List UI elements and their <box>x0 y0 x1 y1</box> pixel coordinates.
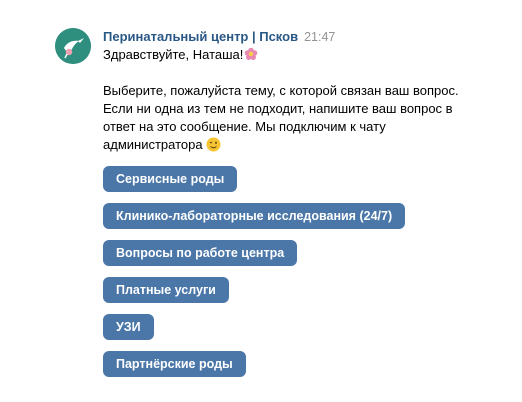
body-line-4-text: администратора <box>103 137 203 152</box>
message-header: Перинатальный центр | Псков 21:47 <box>103 28 503 46</box>
keyboard-button-paid-services[interactable]: Платные услуги <box>103 277 229 303</box>
sender-name[interactable]: Перинатальный центр | Псков <box>103 29 298 44</box>
keyboard-button-center-questions[interactable]: Вопросы по работе центра <box>103 240 298 266</box>
message-time: 21:47 <box>304 30 336 44</box>
body-line-1: Выберите, пожалуйста тему, с которой свя… <box>103 83 459 98</box>
greeting-text: Здравствуйте, Наташа! <box>103 47 244 62</box>
stork-logo-icon <box>55 28 91 64</box>
flower-emoji-icon <box>244 47 258 61</box>
keyboard-button-service-births[interactable]: Сервисные роды <box>103 166 238 192</box>
body-line-4: администратора <box>103 136 503 154</box>
keyboard-button-lab-tests[interactable]: Клинико-лабораторные исследования (24/7) <box>103 203 406 229</box>
avatar[interactable] <box>55 28 91 64</box>
wink-emoji-icon <box>206 137 221 152</box>
greeting: Здравствуйте, Наташа! <box>103 46 503 64</box>
keyboard-button-partner-births[interactable]: Партнёрские роды <box>103 351 246 377</box>
body-line-2: Если ни одна из тем не подходит, напишит… <box>103 101 453 116</box>
body-line-3: ответ на это сообщение. Мы подключим к ч… <box>103 119 386 134</box>
message: Перинатальный центр | Псков 21:47 Здравст… <box>103 28 503 388</box>
bot-keyboard: Сервисные роды Клинико-лабораторные иссл… <box>103 166 503 377</box>
keyboard-button-ultrasound[interactable]: УЗИ <box>103 314 154 340</box>
